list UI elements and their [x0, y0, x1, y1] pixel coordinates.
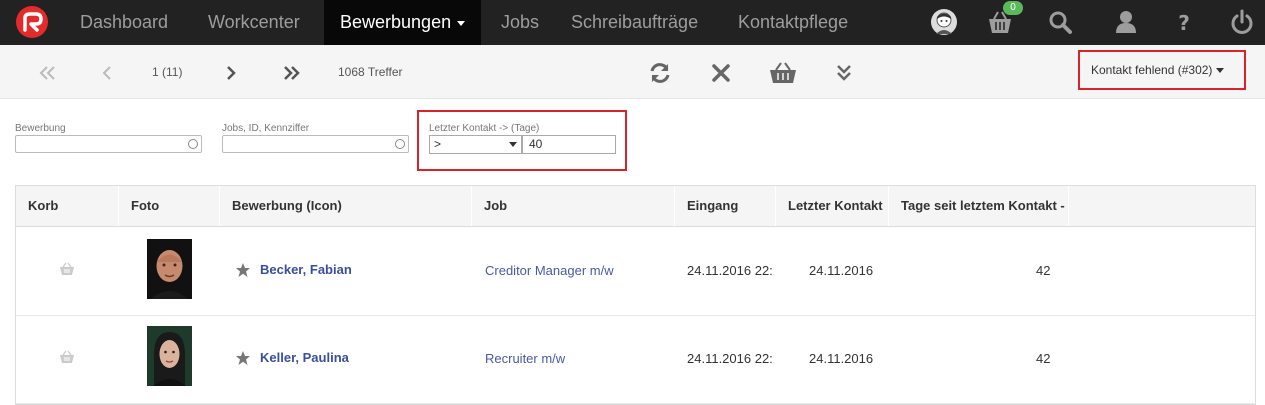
kontakt-operator-value: > — [434, 137, 442, 151]
last-page-icon[interactable] — [280, 63, 304, 83]
applicant-photo[interactable] — [147, 239, 192, 299]
jobs-filter-input[interactable] — [222, 135, 409, 153]
jobs-filter-label: Jobs, ID, Kennziffer — [222, 123, 310, 134]
nav-kontaktpflege[interactable]: Kontaktpflege — [738, 0, 848, 45]
table-row[interactable]: Becker, Fabian Creditor Manager m/w 24.1… — [16, 227, 1255, 316]
page-indicator: 1 (11) — [152, 65, 183, 79]
logo-icon[interactable] — [16, 6, 48, 38]
column-header-foto[interactable]: Foto — [119, 186, 220, 226]
prev-page-icon[interactable] — [96, 63, 120, 83]
nav-schreibauftraege[interactable]: Schreibaufträge — [571, 0, 698, 45]
column-header-bewerbung[interactable]: Bewerbung (Icon) — [220, 186, 472, 226]
power-icon[interactable] — [1228, 8, 1256, 36]
filter-preset-label: Kontakt fehlend (#302) — [1091, 63, 1213, 77]
applicant-name-link[interactable]: Keller, Paulina — [260, 350, 349, 365]
basket-icon[interactable] — [768, 61, 796, 85]
tage-seit-kontakt-value: 42 — [1036, 351, 1051, 366]
clear-icon[interactable] — [708, 61, 734, 85]
basket-count-badge: 0 — [1003, 1, 1023, 15]
letzter-kontakt-value: 24.11.2016 — [809, 351, 874, 366]
nav-dashboard[interactable]: Dashboard — [80, 0, 168, 45]
column-header-job[interactable]: Job — [472, 186, 675, 226]
applications-table: Korb Foto Bewerbung (Icon) Job Eingang L… — [15, 185, 1256, 405]
table-header: Korb Foto Bewerbung (Icon) Job Eingang L… — [16, 186, 1255, 227]
search-icon — [395, 139, 405, 149]
help-icon[interactable]: ? — [1170, 8, 1198, 36]
avatar-icon[interactable] — [930, 8, 958, 36]
basket-icon[interactable] — [59, 262, 75, 279]
kontakt-operator-select[interactable]: > — [429, 135, 522, 154]
tage-seit-kontakt-value: 42 — [1036, 263, 1051, 278]
bewerbung-filter-label: Bewerbung — [15, 123, 66, 134]
search-icon — [188, 139, 198, 149]
chevron-down-icon — [1216, 68, 1225, 74]
star-icon[interactable] — [235, 350, 251, 369]
first-page-icon[interactable] — [36, 63, 60, 83]
refresh-icon[interactable] — [647, 61, 673, 85]
column-header-tage-seit-kontakt[interactable]: Tage seit letztem Kontakt - — [889, 186, 1069, 226]
applicant-photo[interactable] — [147, 326, 192, 386]
table-row[interactable]: Keller, Paulina Recruiter m/w 24.11.2016… — [16, 315, 1255, 404]
letzter-kontakt-value: 24.11.2016 — [809, 263, 874, 278]
eingang-value: 24.11.2016 22: — [687, 263, 773, 278]
nav-bewerbungen[interactable]: Bewerbungen — [324, 0, 482, 45]
kontakt-filter-label: Letzter Kontakt -> (Tage) — [429, 123, 540, 134]
bewerbung-filter-input[interactable] — [15, 135, 202, 153]
filter-preset-dropdown[interactable]: Kontakt fehlend (#302) — [1078, 50, 1246, 90]
applicant-name-link[interactable]: Becker, Fabian — [260, 262, 352, 277]
search-icon[interactable] — [1046, 8, 1074, 36]
hit-count: 1068 Treffer — [338, 65, 403, 79]
top-navbar: Dashboard Workcenter Bewerbungen Jobs Sc… — [0, 0, 1265, 45]
nav-jobs[interactable]: Jobs — [501, 0, 539, 45]
column-header-eingang[interactable]: Eingang — [675, 186, 776, 226]
user-icon[interactable] — [1112, 8, 1140, 36]
expand-icon[interactable] — [831, 61, 857, 85]
svg-text:?: ? — [1178, 11, 1190, 35]
job-link[interactable]: Recruiter m/w — [485, 351, 565, 366]
star-icon[interactable] — [235, 262, 251, 281]
chevron-down-icon — [509, 142, 517, 147]
basket-icon[interactable] — [59, 350, 75, 367]
kontakt-days-input[interactable]: 40 — [522, 135, 616, 154]
column-header-korb[interactable]: Korb — [16, 186, 119, 226]
nav-workcenter[interactable]: Workcenter — [208, 0, 300, 45]
next-page-icon[interactable] — [220, 63, 244, 83]
eingang-value: 24.11.2016 22: — [687, 351, 773, 366]
nav-bewerbungen-label: Bewerbungen — [340, 12, 452, 32]
result-toolbar: 1 (11) 1068 Treffer Kontakt fehlend (#30… — [0, 45, 1265, 99]
chevron-down-icon — [457, 20, 466, 26]
job-link[interactable]: Creditor Manager m/w — [485, 263, 614, 278]
column-header-letzter-kontakt[interactable]: Letzter Kontakt — [776, 186, 889, 226]
